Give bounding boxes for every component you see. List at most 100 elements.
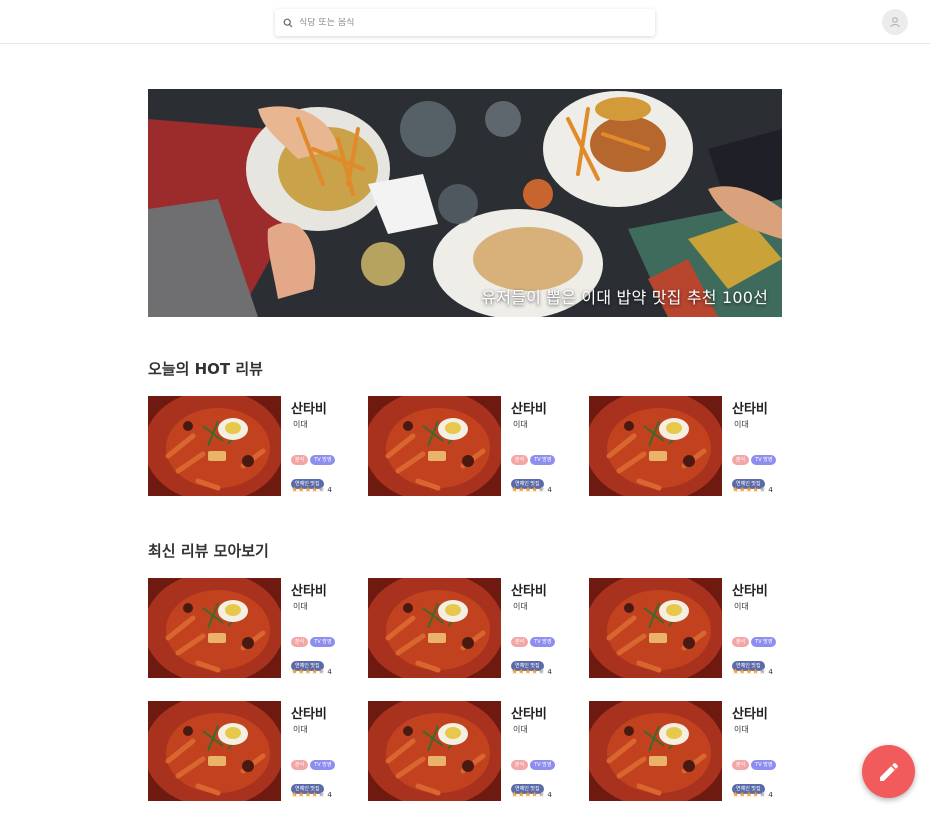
card-info: 산타비 이대 분식 TV 방영 연예인 맛집 ★★★★★ 4	[732, 578, 787, 678]
rating: ★★★★★ 4	[511, 485, 552, 494]
profile-button[interactable]	[882, 9, 908, 35]
review-card[interactable]: 산타비 이대 분식 TV 방영 연예인 맛집 ★★★★★ 4	[589, 396, 783, 496]
tag-tv: TV 방영	[751, 455, 777, 465]
star-filled-icon: ★	[745, 485, 753, 494]
star-rating: ★★★★★	[511, 790, 545, 799]
review-card[interactable]: 산타비 이대 분식 TV 방영 연예인 맛집 ★★★★★ 4	[148, 578, 342, 678]
card-info: 산타비 이대 분식 TV 방영 연예인 맛집 ★★★★★ 4	[511, 396, 566, 496]
star-empty-icon: ★	[758, 485, 766, 494]
card-info: 산타비 이대 분식 TV 방영 연예인 맛집 ★★★★★ 4	[511, 701, 566, 801]
review-card[interactable]: 산타비 이대 분식 TV 방영 연예인 맛집 ★★★★★ 4	[589, 701, 783, 801]
star-filled-icon: ★	[291, 790, 298, 799]
hero-banner[interactable]: 유저들이 뽑은 이대 밥약 맛집 추천 100선	[148, 89, 782, 317]
rating-score: 4	[547, 790, 552, 799]
tag-category: 분식	[291, 455, 309, 465]
star-filled-icon: ★	[291, 485, 298, 494]
star-filled-icon: ★	[752, 485, 759, 494]
restaurant-name: 산타비	[291, 707, 327, 722]
star-filled-icon: ★	[291, 667, 298, 676]
restaurant-location: 이대	[293, 602, 308, 611]
restaurant-name: 산타비	[291, 584, 327, 599]
tag-tv: TV 방영	[530, 637, 556, 647]
card-info: 산타비 이대 분식 TV 방영 연예인 맛집 ★★★★★ 4	[732, 396, 787, 496]
star-filled-icon: ★	[732, 667, 739, 676]
star-filled-icon: ★	[511, 485, 518, 494]
tag-category: 분식	[732, 760, 750, 770]
rating-score: 4	[768, 667, 773, 676]
write-review-button[interactable]	[862, 745, 915, 798]
rating: ★★★★★ 4	[511, 790, 552, 799]
review-card[interactable]: 산타비 이대 분식 TV 방영 연예인 맛집 ★★★★★ 4	[148, 396, 342, 496]
restaurant-name: 산타비	[511, 584, 547, 599]
star-rating: ★★★★★	[732, 790, 766, 799]
restaurant-location: 이대	[734, 725, 749, 734]
star-rating: ★★★★★	[291, 790, 325, 799]
user-icon	[890, 17, 900, 28]
review-card[interactable]: 산타비 이대 분식 TV 방영 연예인 맛집 ★★★★★ 4	[368, 578, 562, 678]
food-thumbnail	[368, 396, 501, 496]
star-filled-icon: ★	[524, 485, 532, 494]
star-rating: ★★★★★	[291, 485, 325, 494]
tag-category: 분식	[511, 760, 529, 770]
restaurant-location: 이대	[734, 420, 749, 429]
star-filled-icon: ★	[311, 485, 318, 494]
rating: ★★★★★ 4	[511, 667, 552, 676]
search-input[interactable]	[299, 17, 639, 28]
tag-category: 분식	[291, 637, 309, 647]
star-empty-icon: ★	[317, 485, 325, 494]
tag-category: 분식	[291, 760, 309, 770]
star-filled-icon: ★	[511, 790, 518, 799]
restaurant-location: 이대	[513, 420, 528, 429]
card-info: 산타비 이대 분식 TV 방영 연예인 맛집 ★★★★★ 4	[291, 701, 346, 801]
tag-category: 분식	[511, 455, 529, 465]
restaurant-location: 이대	[513, 602, 528, 611]
rating-score: 4	[327, 667, 332, 676]
hero-caption: 유저들이 뽑은 이대 밥약 맛집 추천 100선	[481, 288, 768, 307]
star-filled-icon: ★	[745, 667, 753, 676]
star-filled-icon: ★	[524, 790, 532, 799]
food-thumbnail	[148, 396, 281, 496]
star-filled-icon: ★	[752, 667, 759, 676]
rating-score: 4	[547, 667, 552, 676]
tag-category: 분식	[732, 455, 750, 465]
rating: ★★★★★ 4	[732, 485, 773, 494]
recent-reviews-title: 최신 리뷰 모아보기	[148, 542, 269, 560]
star-filled-icon: ★	[531, 667, 538, 676]
restaurant-name: 산타비	[732, 707, 768, 722]
food-thumbnail	[368, 701, 501, 801]
tag-tv: TV 방영	[751, 760, 777, 770]
rating: ★★★★★ 4	[732, 667, 773, 676]
star-filled-icon: ★	[752, 790, 759, 799]
tag-tv: TV 방영	[310, 637, 336, 647]
star-filled-icon: ★	[732, 485, 739, 494]
rating-score: 4	[327, 790, 332, 799]
card-info: 산타비 이대 분식 TV 방영 연예인 맛집 ★★★★★ 4	[732, 701, 787, 801]
star-empty-icon: ★	[317, 790, 325, 799]
star-rating: ★★★★★	[511, 485, 545, 494]
pencil-icon	[879, 762, 898, 781]
review-card[interactable]: 산타비 이대 분식 TV 방영 연예인 맛집 ★★★★★ 4	[148, 701, 342, 801]
restaurant-name: 산타비	[732, 402, 768, 417]
hot-reviews-title: 오늘의 HOT 리뷰	[148, 360, 263, 378]
review-card[interactable]: 산타비 이대 분식 TV 방영 연예인 맛집 ★★★★★ 4	[368, 701, 562, 801]
star-filled-icon: ★	[511, 667, 518, 676]
star-rating: ★★★★★	[732, 667, 766, 676]
star-filled-icon: ★	[304, 485, 312, 494]
star-rating: ★★★★★	[291, 667, 325, 676]
star-filled-icon: ★	[304, 790, 312, 799]
review-card[interactable]: 산타비 이대 분식 TV 방영 연예인 맛집 ★★★★★ 4	[368, 396, 562, 496]
restaurant-name: 산타비	[511, 707, 547, 722]
restaurant-name: 산타비	[291, 402, 327, 417]
search-bar[interactable]	[275, 9, 655, 36]
card-info: 산타비 이대 분식 TV 방영 연예인 맛집 ★★★★★ 4	[291, 396, 346, 496]
rating: ★★★★★ 4	[732, 790, 773, 799]
food-thumbnail	[148, 701, 281, 801]
tag-tv: TV 방영	[530, 760, 556, 770]
tag-tv: TV 방영	[310, 760, 336, 770]
star-rating: ★★★★★	[511, 667, 545, 676]
food-thumbnail	[589, 578, 722, 678]
rating-score: 4	[768, 790, 773, 799]
review-card[interactable]: 산타비 이대 분식 TV 방영 연예인 맛집 ★★★★★ 4	[589, 578, 783, 678]
star-filled-icon: ★	[311, 667, 318, 676]
food-thumbnail	[589, 701, 722, 801]
